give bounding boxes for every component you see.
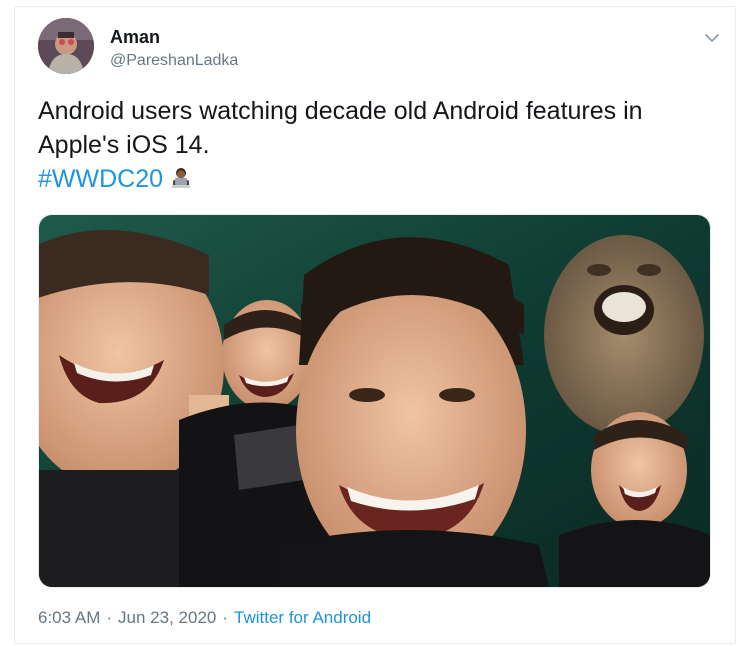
author-avatar[interactable] [38,18,94,74]
tweet-time[interactable]: 6:03 AM [38,608,100,627]
meta-separator: · [222,608,229,627]
tweet-media-image[interactable] [38,214,711,588]
hashtag-link[interactable]: #WWDC20 [38,165,163,193]
meme-photo [39,215,710,587]
tweet-meta: 6:03 AM · Jun 23, 2020 · Twitter for Android [38,606,371,630]
hashtag-line: #WWDC20 [38,162,718,199]
tweet-header: Aman @PareshanLadka [38,18,728,82]
chevron-down-icon[interactable] [700,26,724,50]
tweet-source-link[interactable]: Twitter for Android [234,608,371,627]
man-technologist-emoji-icon [169,165,193,199]
tweet-text-line: Android users watching decade old Androi… [38,97,643,125]
author-handle[interactable]: @PareshanLadka [110,50,238,72]
tweet-text: Android users watching decade old Androi… [38,94,718,199]
avatar-image [38,18,94,74]
meta-separator: · [106,608,113,627]
tweet-text-line: Apple's iOS 14. [38,131,210,159]
tweet-date[interactable]: Jun 23, 2020 [118,608,216,627]
author-info: Aman @PareshanLadka [110,26,238,72]
author-display-name[interactable]: Aman [110,26,238,48]
